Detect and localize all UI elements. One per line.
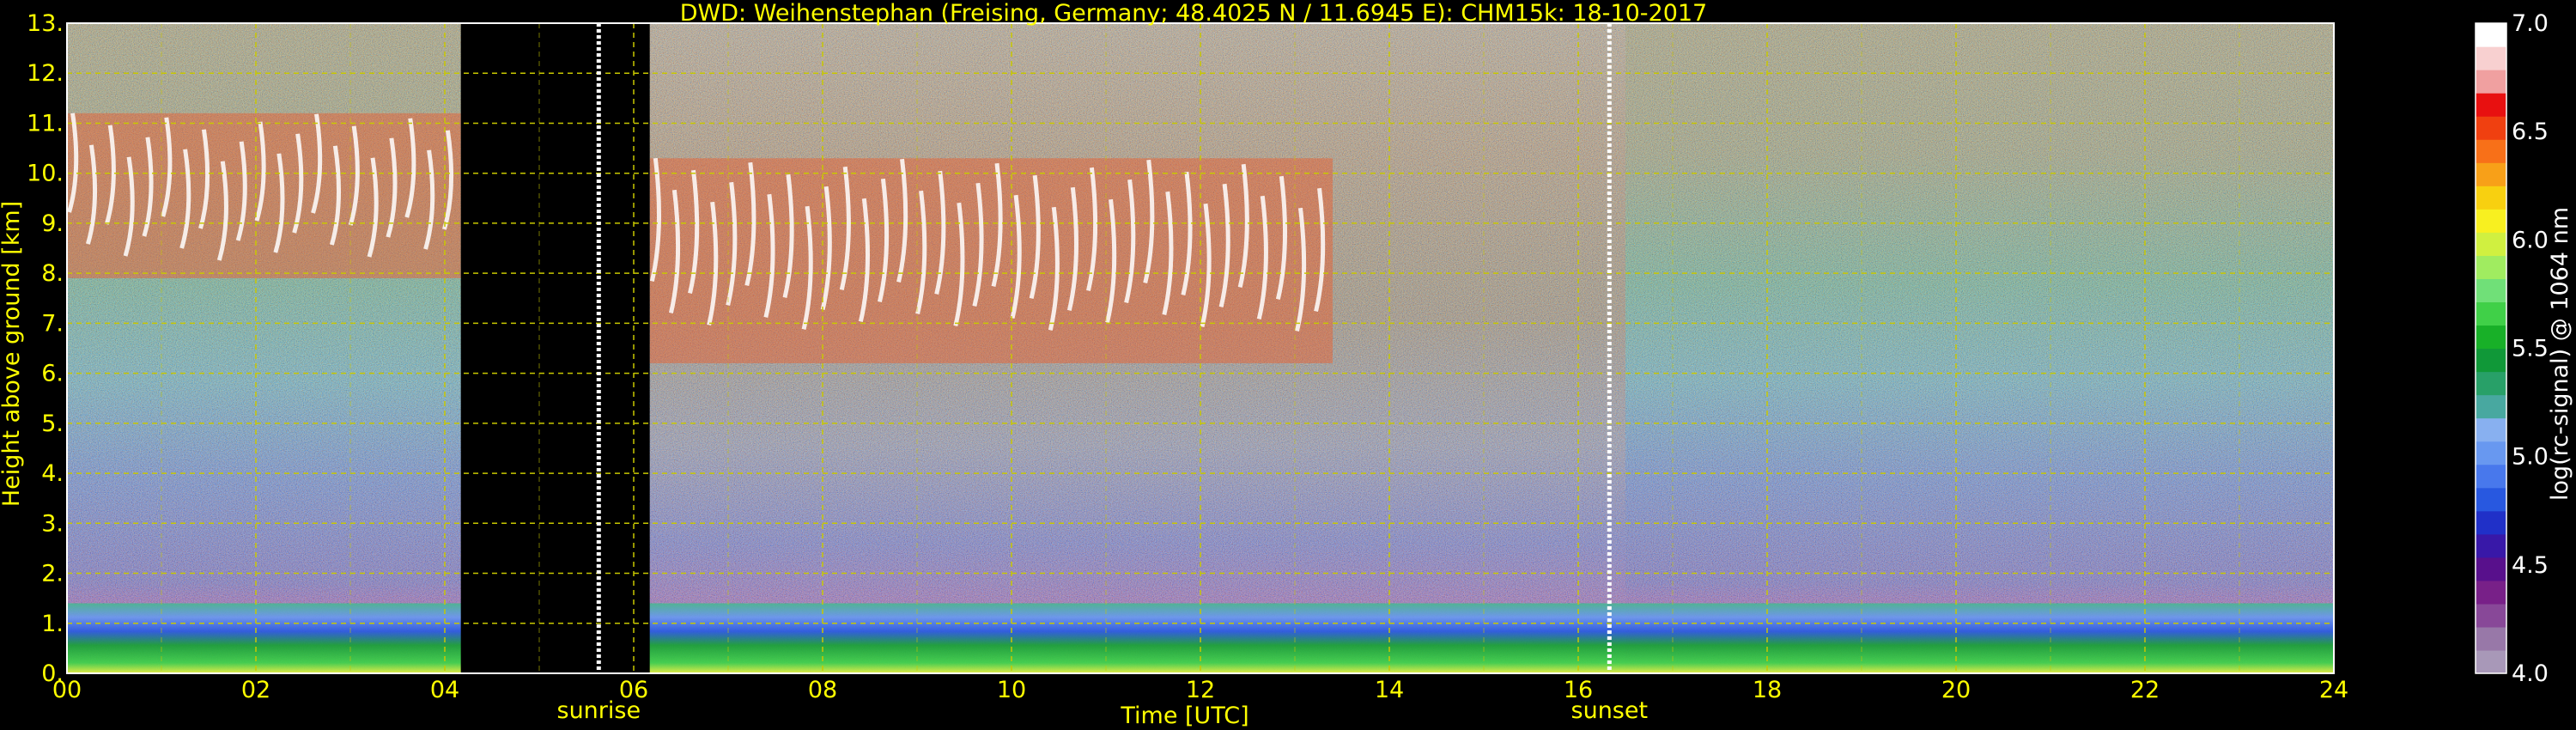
x-tick-label: 16 xyxy=(1564,677,1593,703)
x-tick-label: 08 xyxy=(808,677,837,703)
colorbar-tick-label: 4.5 xyxy=(2512,552,2549,579)
y-tick-label: 7. xyxy=(41,310,64,337)
colorbar-segment xyxy=(2476,580,2506,605)
x-tick-label: 14 xyxy=(1375,677,1404,703)
colorbar-label: log(rc-signal) @ 1064 nm xyxy=(2547,207,2573,501)
y-tick-label: 1. xyxy=(41,611,64,637)
colorbar-segment xyxy=(2476,603,2506,628)
x-tick-label: 02 xyxy=(241,677,270,703)
colorbar-tick-label: 5.5 xyxy=(2512,336,2549,362)
y-tick-label: 13. xyxy=(27,10,64,37)
x-tick-label: 06 xyxy=(619,677,648,703)
colorbar-segment xyxy=(2476,325,2506,350)
y-tick-label: 11. xyxy=(27,110,64,137)
colorbar-segment xyxy=(2476,209,2506,233)
colorbar-segment xyxy=(2476,116,2506,140)
x-tick-label: 20 xyxy=(1941,677,1971,703)
x-tick-label: 12 xyxy=(1186,677,1215,703)
y-tick-label: 2. xyxy=(41,561,64,587)
colorbar-segment xyxy=(2476,255,2506,279)
colorbar-tick-label: 6.0 xyxy=(2512,227,2549,253)
x-tick-label: 04 xyxy=(430,677,459,703)
y-tick-label: 12. xyxy=(27,60,64,87)
colorbar-segment xyxy=(2476,487,2506,512)
y-tick-label: 6. xyxy=(41,361,64,387)
y-tick-label: 0. xyxy=(41,660,64,687)
colorbar-segment xyxy=(2476,348,2506,373)
colorbar-segment xyxy=(2476,557,2506,581)
chart-title: DWD: Weihenstephan (Freising, Germany; 4… xyxy=(680,0,1708,27)
colorbar-segment xyxy=(2476,649,2506,674)
x-tick-label: 10 xyxy=(997,677,1026,703)
colorbar-segment xyxy=(2476,301,2506,326)
colorbar-tick-label: 4.0 xyxy=(2512,660,2549,687)
y-tick-label: 5. xyxy=(41,411,64,437)
colorbar-tick-label: 7.0 xyxy=(2512,10,2549,37)
colorbar-segment xyxy=(2476,441,2506,465)
colorbar-segment xyxy=(2476,139,2506,163)
y-tick-label: 9. xyxy=(41,210,64,237)
colorbar-segment xyxy=(2476,93,2506,117)
colorbar-segment xyxy=(2476,186,2506,210)
colorbar-segment xyxy=(2476,232,2506,256)
colorbar-segment xyxy=(2476,464,2506,489)
x-tick-label: 22 xyxy=(2130,677,2160,703)
colorbar-segment xyxy=(2476,417,2506,442)
colorbar-segment xyxy=(2476,46,2506,70)
colorbar-segment xyxy=(2476,533,2506,558)
colorbar-segment xyxy=(2476,70,2506,94)
y-tick-label: 4. xyxy=(41,460,64,487)
x-tick-label: 24 xyxy=(2319,677,2348,703)
cirrus-cloud-0 xyxy=(67,113,461,278)
no-data-gap xyxy=(460,23,650,673)
colorbar-segment xyxy=(2476,510,2506,535)
colorbar-segment xyxy=(2476,626,2506,651)
y-axis-label: Height above ground [km] xyxy=(0,201,25,507)
colorbar-segment xyxy=(2476,23,2506,47)
colorbar-segment xyxy=(2476,278,2506,303)
colorbar-tick-label: 6.5 xyxy=(2512,119,2549,145)
x-axis-label: Time [UTC] xyxy=(1120,703,1249,729)
y-tick-label: 8. xyxy=(41,260,64,287)
colorbar-segment xyxy=(2476,371,2506,396)
lidar-chart: sunrise sunset 00 02 04 06 08 10 12 14 16 18 20 22 24… xyxy=(0,0,2573,729)
cirrus-cloud-1 xyxy=(649,157,1333,363)
y-tick-label: 10. xyxy=(27,161,64,187)
colorbar-segment xyxy=(2476,394,2506,419)
colorbar-segment xyxy=(2476,162,2506,186)
y-tick-label: 3. xyxy=(41,510,64,537)
colorbar-tick-label: 5.0 xyxy=(2512,444,2549,471)
x-tick-label: 18 xyxy=(1753,677,1782,703)
